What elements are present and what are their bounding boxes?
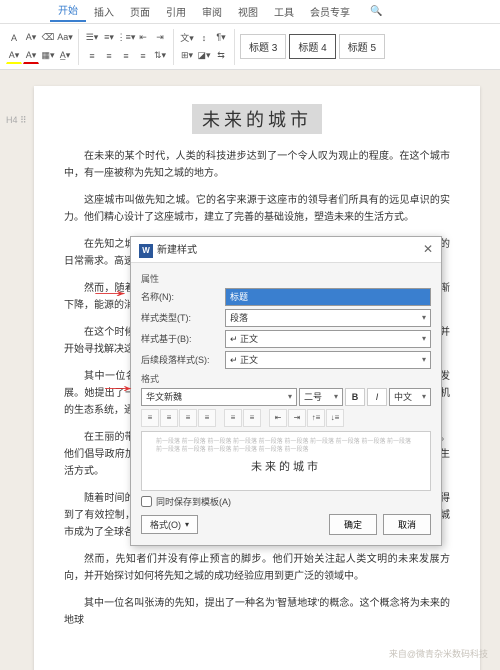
indent-dec-icon[interactable]: ⇤	[269, 409, 287, 427]
name-input[interactable]	[225, 288, 431, 306]
indent-inc-icon[interactable]: ⇥	[288, 409, 306, 427]
section-properties: 属性	[141, 272, 431, 285]
text-direction-icon[interactable]: 文▾	[179, 30, 195, 46]
indent-right-icon[interactable]: ⇥	[152, 30, 168, 46]
clear-format-icon[interactable]: ⌫	[40, 30, 56, 46]
lang-select[interactable]: 中文	[389, 388, 431, 406]
annotation-arrow: →	[96, 375, 140, 398]
border-icon[interactable]: ⊞▾	[179, 48, 195, 64]
tab-review[interactable]: 审阅	[194, 4, 230, 19]
space-before-icon[interactable]: ↑≡	[307, 409, 325, 427]
line-spacing-icon[interactable]: ⇅▾	[152, 48, 168, 64]
tab-page[interactable]: 页面	[122, 4, 158, 19]
paragraph[interactable]: 这座城市叫做先知之城。它的名字来源于这座市的领导者们所具有的远见卓识的实力。他们…	[64, 192, 450, 226]
dialog-title-text: 新建样式	[157, 245, 197, 256]
sort-icon[interactable]: ↕	[196, 30, 212, 46]
ribbon-tabs: 开始 插入 页面 引用 审阅 视图 工具 会员专享 🔍	[0, 0, 500, 24]
numbering-icon[interactable]: ≡▾	[101, 30, 117, 46]
preview-title: 未来的城市	[156, 460, 416, 475]
align-left-icon[interactable]: ≡	[141, 409, 159, 427]
style-heading4[interactable]: 标题 4	[289, 34, 335, 59]
type-select[interactable]: 段落	[225, 309, 431, 327]
tab-view[interactable]: 视图	[230, 4, 266, 19]
fill-icon[interactable]: ◪▾	[196, 48, 212, 64]
change-case-icon[interactable]: Aa▾	[57, 30, 73, 46]
align-justify-icon[interactable]: ≡	[135, 48, 151, 64]
format-dropdown[interactable]: 格式(O)	[141, 515, 198, 534]
type-label: 样式类型(T):	[141, 311, 219, 324]
style-heading5[interactable]: 标题 5	[339, 34, 385, 59]
save-template-check[interactable]	[141, 496, 152, 507]
document-title[interactable]: 未来的城市	[192, 104, 322, 134]
align-left-icon[interactable]: ≡	[84, 48, 100, 64]
next-select[interactable]: ↵ 正文	[225, 351, 431, 369]
typography-icon[interactable]: A̲▾	[57, 48, 73, 64]
dialog-titlebar[interactable]: W 新建样式 ✕	[131, 237, 441, 263]
paragraph[interactable]: 在未来的某个时代，人类的科技进步达到了一个令人叹为观止的程度。在这个城市中，有一…	[64, 148, 450, 182]
word-icon: W	[139, 244, 153, 258]
paragraph-toolbar: ≡ ≡ ≡ ≡ ≡ ≡ ⇤ ⇥ ↑≡ ↓≡	[141, 409, 431, 427]
align-center-icon[interactable]: ≡	[101, 48, 117, 64]
shading-icon[interactable]: ▦▾	[40, 48, 56, 64]
font-size-down-icon[interactable]: A▾	[23, 30, 39, 46]
align-center-icon[interactable]: ≡	[160, 409, 178, 427]
tab-tools[interactable]: 工具	[266, 4, 302, 19]
paragraph[interactable]: 然而，先知者们并没有停止预言的脚步。他们开始关注起人类文明的未来发展方向，并开始…	[64, 551, 450, 585]
style-preview: 前一段落 前一段落 前一段落 前一段落 前一段落 前一段落 前一段落 前一段落 …	[141, 431, 431, 491]
cancel-button[interactable]: 取消	[383, 514, 431, 535]
tab-insert[interactable]: 插入	[86, 4, 122, 19]
based-label: 样式基于(B):	[141, 332, 219, 345]
multilevel-icon[interactable]: ⋮≡▾	[118, 30, 134, 46]
tab-ref[interactable]: 引用	[158, 4, 194, 19]
close-icon[interactable]: ✕	[423, 242, 433, 256]
tab-vip[interactable]: 会员专享	[302, 4, 358, 19]
paragraph[interactable]: 其中一位名叫张涛的先知，提出了一种名为'智慧地球'的概念。这个概念将为未来的地球	[64, 595, 450, 629]
search-icon[interactable]: 🔍	[362, 6, 390, 17]
save-template-checkbox[interactable]: 同时保存到模板(A)	[141, 495, 431, 508]
align-right-icon[interactable]: ≡	[179, 409, 197, 427]
style-heading3[interactable]: 标题 3	[240, 34, 286, 59]
tab-start[interactable]: 开始	[50, 2, 86, 22]
align-justify-icon[interactable]: ≡	[198, 409, 216, 427]
tab-icon[interactable]: ⇆	[213, 48, 229, 64]
bullets-icon[interactable]: ☰▾	[84, 30, 100, 46]
ribbon-toolbar: A A▾ ⌫ Aa▾ A▾ A▾ ▦▾ A̲▾ ☰▾ ≡▾ ⋮≡▾ ⇤ ⇥ ≡ …	[0, 24, 500, 70]
based-select[interactable]: ↵ 正文	[225, 330, 431, 348]
indent-left-icon[interactable]: ⇤	[135, 30, 151, 46]
size-select[interactable]: 二号	[299, 388, 343, 406]
highlight-icon[interactable]: A▾	[6, 48, 22, 64]
font-select[interactable]: 华文新魏	[141, 388, 297, 406]
ok-button[interactable]: 确定	[329, 514, 377, 535]
italic-button[interactable]: I	[367, 388, 387, 406]
align-right-icon[interactable]: ≡	[118, 48, 134, 64]
next-label: 后续段落样式(S):	[141, 353, 219, 366]
spacing-icon[interactable]: ≡	[224, 409, 242, 427]
new-style-dialog: W 新建样式 ✕ 属性 名称(N): 样式类型(T): 段落 样式基于(B): ↵…	[130, 236, 442, 546]
watermark: 来自@微青杂米数码科技	[389, 647, 488, 660]
marks-icon[interactable]: ¶▾	[213, 30, 229, 46]
name-label: 名称(N):	[141, 290, 219, 303]
font-size-up-icon[interactable]: A	[6, 30, 22, 46]
font-color-icon[interactable]: A▾	[23, 48, 39, 64]
space-after-icon[interactable]: ↓≡	[326, 409, 344, 427]
section-format: 格式	[141, 372, 431, 385]
bold-button[interactable]: B	[345, 388, 365, 406]
outline-level-marker: H4 ⠿	[6, 115, 27, 126]
spacing-icon[interactable]: ≡	[243, 409, 261, 427]
annotation-arrow: →	[85, 280, 135, 303]
